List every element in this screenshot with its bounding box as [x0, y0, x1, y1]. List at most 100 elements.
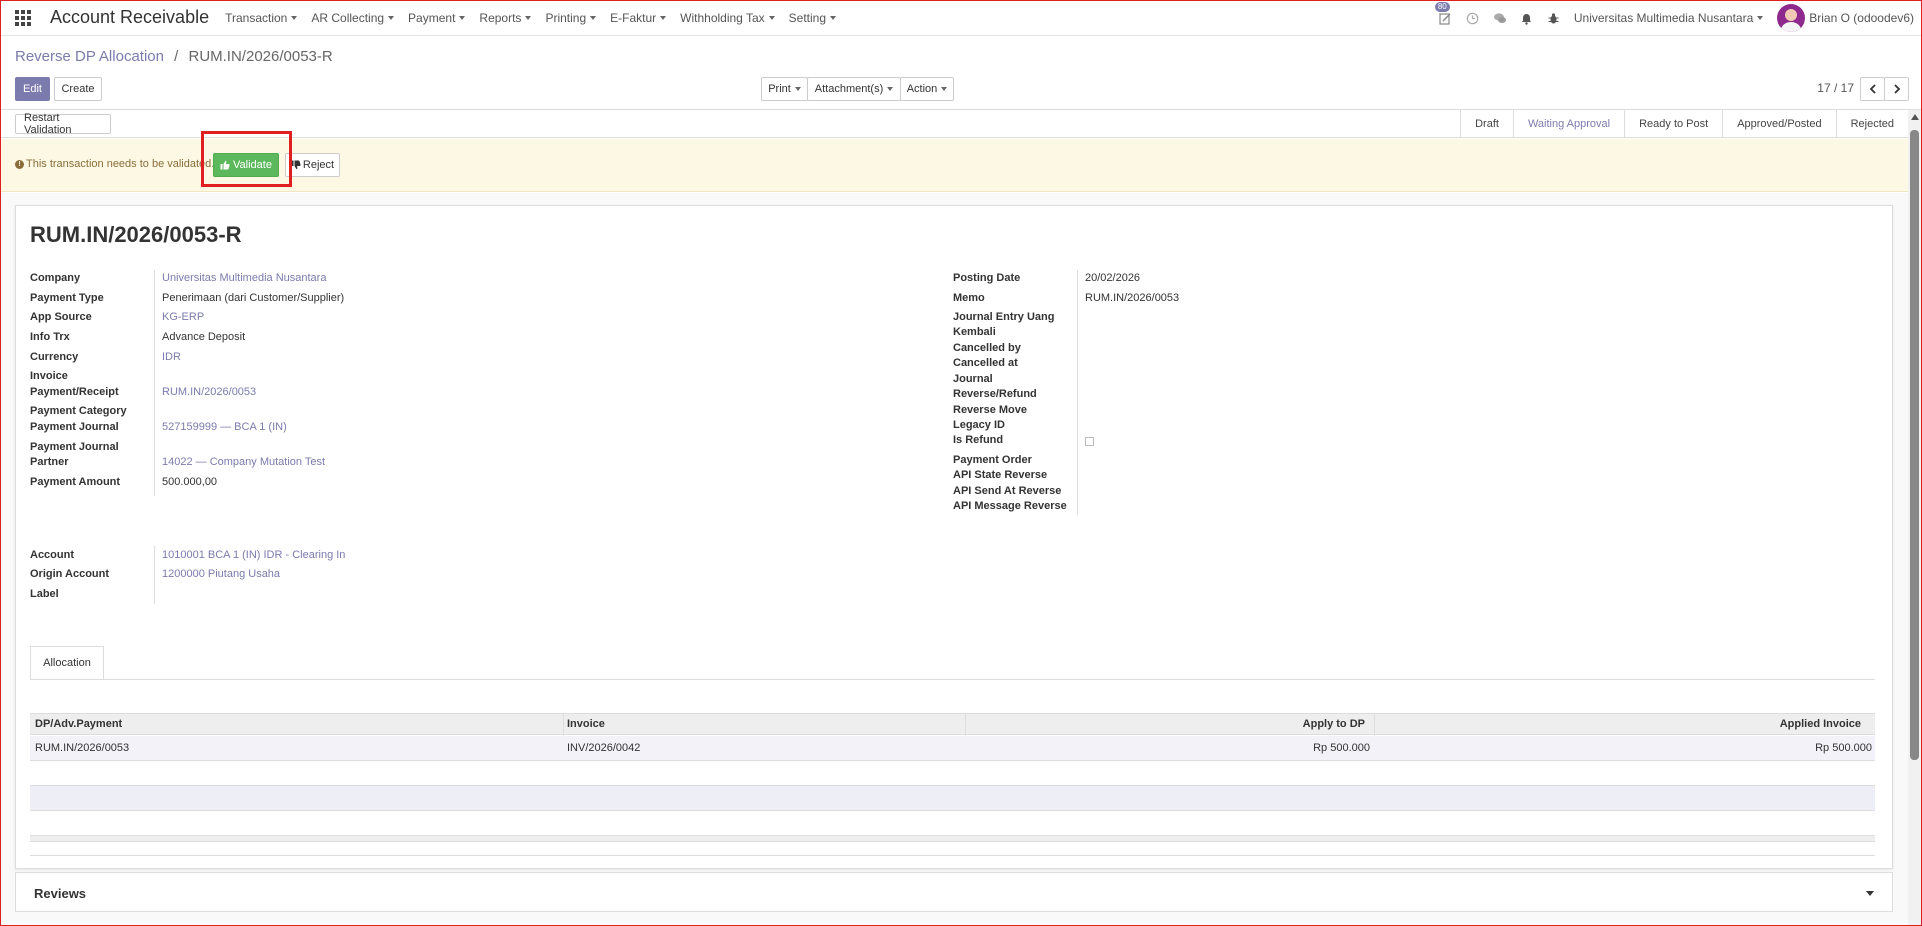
label-payment-category: Payment Category	[30, 405, 127, 417]
value-app-source[interactable]: KG-ERP	[162, 311, 204, 323]
label-reverse-move: Reverse Move	[953, 404, 1027, 416]
menu-withholding-tax[interactable]: Withholding Tax	[680, 11, 775, 25]
menu-ar-collecting[interactable]: AR Collecting	[311, 11, 395, 25]
scroll-up-arrow-icon[interactable]	[1911, 114, 1919, 120]
value-payment-receipt[interactable]: RUM.IN/2026/0053	[162, 386, 256, 398]
caret-icon	[525, 15, 532, 20]
action-button[interactable]: Action	[900, 77, 954, 101]
bug-icon[interactable]	[1547, 11, 1561, 25]
caret-icon	[768, 15, 775, 20]
label-legacy-id: Legacy ID	[953, 419, 1005, 431]
chevron-right-icon	[1893, 84, 1900, 94]
chevron-left-icon	[1869, 84, 1876, 94]
reviews-title: Reviews	[34, 886, 87, 901]
value-account[interactable]: 1010001 BCA 1 (IN) IDR - Clearing In	[162, 549, 345, 561]
edit-button[interactable]: Edit	[15, 77, 50, 101]
value-origin-account[interactable]: 1200000 Piutang Usaha	[162, 568, 280, 580]
table-row[interactable]: RUM.IN/2026/0053 INV/2026/0042 Rp 500.00…	[30, 736, 1875, 761]
edit-note-icon[interactable]: 80	[1434, 2, 1453, 25]
label-info-trx: Info Trx	[30, 331, 70, 343]
reviews-section[interactable]: Reviews	[15, 872, 1893, 912]
menu-e-faktur[interactable]: E-Faktur	[610, 11, 667, 25]
attachments-button[interactable]: Attachment(s)	[807, 77, 901, 101]
label-currency: Currency	[30, 351, 79, 363]
label-payment-type: Payment Type	[30, 292, 104, 304]
empty-table-row	[30, 811, 1875, 836]
caret-icon	[1757, 16, 1764, 20]
label-api-message-reverse: API Message Reverse	[953, 500, 1067, 512]
stage-waiting-approval[interactable]: Waiting Approval	[1512, 110, 1624, 138]
label-journal-entry-2: Kembali	[953, 326, 996, 338]
column-dp-adv-payment[interactable]: DP/Adv.Payment	[35, 718, 122, 730]
caret-icon	[660, 15, 667, 20]
menu-reports[interactable]: Reports	[479, 11, 532, 25]
empty-table-row	[30, 786, 1875, 811]
user-menu[interactable]: Brian O (odoodev6)	[1809, 11, 1914, 25]
bell-icon[interactable]	[1520, 11, 1534, 25]
breadcrumb: Reverse DP Allocation / RUM.IN/2026/0053…	[15, 48, 333, 65]
column-apply-to-dp[interactable]: Apply to DP	[1303, 718, 1365, 730]
reject-button[interactable]: Reject	[285, 153, 340, 177]
stage-draft[interactable]: Draft	[1460, 110, 1513, 138]
control-panel: Reverse DP Allocation / RUM.IN/2026/0053…	[0, 37, 1922, 110]
menu-printing[interactable]: Printing	[545, 11, 597, 25]
label-api-send-at-reverse: API Send At Reverse	[953, 485, 1062, 497]
label-payment-receipt: Payment/Receipt	[30, 386, 119, 398]
print-button[interactable]: Print	[761, 77, 808, 101]
caret-icon	[388, 15, 395, 20]
alert-message: ! This transaction needs to be validated…	[15, 158, 214, 170]
label-account: Account	[30, 549, 74, 561]
pager-previous-button[interactable]	[1860, 77, 1885, 101]
restart-validation-button[interactable]: Restart Validation	[15, 112, 111, 136]
cell-invoice: INV/2026/0042	[567, 742, 641, 754]
label-reverse-refund: Reverse/Refund	[953, 388, 1037, 400]
value-payment-journal[interactable]: 527159999 — BCA 1 (IN)	[162, 421, 287, 433]
label-memo: Memo	[953, 292, 985, 304]
caret-icon	[590, 15, 597, 20]
value-payment-journal-partner[interactable]: 14022 — Company Mutation Test	[162, 456, 325, 468]
create-button[interactable]: Create	[54, 77, 102, 101]
label-payment-order: Payment Order	[953, 454, 1032, 466]
caret-icon	[291, 15, 298, 20]
breadcrumb-parent[interactable]: Reverse DP Allocation	[15, 48, 164, 65]
value-memo: RUM.IN/2026/0053	[1085, 292, 1180, 304]
pager-next-button[interactable]	[1884, 77, 1909, 101]
value-company[interactable]: Universitas Multimedia Nusantara	[162, 272, 326, 284]
chat-icon[interactable]	[1493, 11, 1507, 25]
pager-value[interactable]: 17 / 17	[1817, 81, 1854, 95]
value-info-trx: Advance Deposit	[162, 331, 246, 343]
label-is-refund: Is Refund	[953, 434, 1004, 446]
clock-icon[interactable]	[1466, 11, 1480, 25]
app-title[interactable]: Account Receivable	[50, 7, 209, 28]
status-stages: Draft Waiting Approval Ready to Post App…	[1460, 110, 1908, 138]
menu-payment[interactable]: Payment	[408, 11, 466, 25]
column-invoice[interactable]: Invoice	[567, 718, 605, 730]
menu-transaction[interactable]: Transaction	[225, 11, 298, 25]
vertical-scrollbar[interactable]	[1908, 110, 1922, 926]
highlight-box	[201, 131, 292, 187]
caret-icon	[794, 87, 801, 91]
user-avatar[interactable]	[1777, 4, 1806, 32]
stage-ready-to-post[interactable]: Ready to Post	[1624, 110, 1722, 138]
menu-setting[interactable]: Setting	[789, 11, 836, 25]
label-payment-amount: Payment Amount	[30, 476, 121, 488]
label-payment-journal-partner-1: Payment Journal	[30, 441, 119, 453]
scroll-thumb[interactable]	[1910, 130, 1919, 760]
value-posting-date: 20/02/2026	[1085, 272, 1141, 284]
caret-icon	[459, 15, 466, 20]
column-separator	[563, 714, 564, 736]
tab-allocation[interactable]: Allocation	[30, 646, 104, 680]
column-applied-invoice[interactable]: Applied Invoice	[1780, 718, 1861, 730]
stage-rejected[interactable]: Rejected	[1835, 110, 1908, 138]
label-company: Company	[30, 272, 81, 284]
is-refund-checkbox[interactable]	[1085, 437, 1094, 446]
navbar-right: 80 Universitas Multimedia Nusantara Bria…	[1434, 0, 1922, 36]
thumbs-down-icon	[291, 160, 301, 170]
field-divider	[1077, 270, 1078, 515]
stage-approved-posted[interactable]: Approved/Posted	[1722, 110, 1835, 138]
apps-menu-icon[interactable]	[15, 9, 31, 26]
label-posting-date: Posting Date	[953, 272, 1021, 284]
value-payment-type: Penerimaan (dari Customer/Supplier)	[162, 292, 345, 304]
company-switcher[interactable]: Universitas Multimedia Nusantara	[1574, 11, 1764, 25]
value-currency[interactable]: IDR	[162, 351, 181, 363]
